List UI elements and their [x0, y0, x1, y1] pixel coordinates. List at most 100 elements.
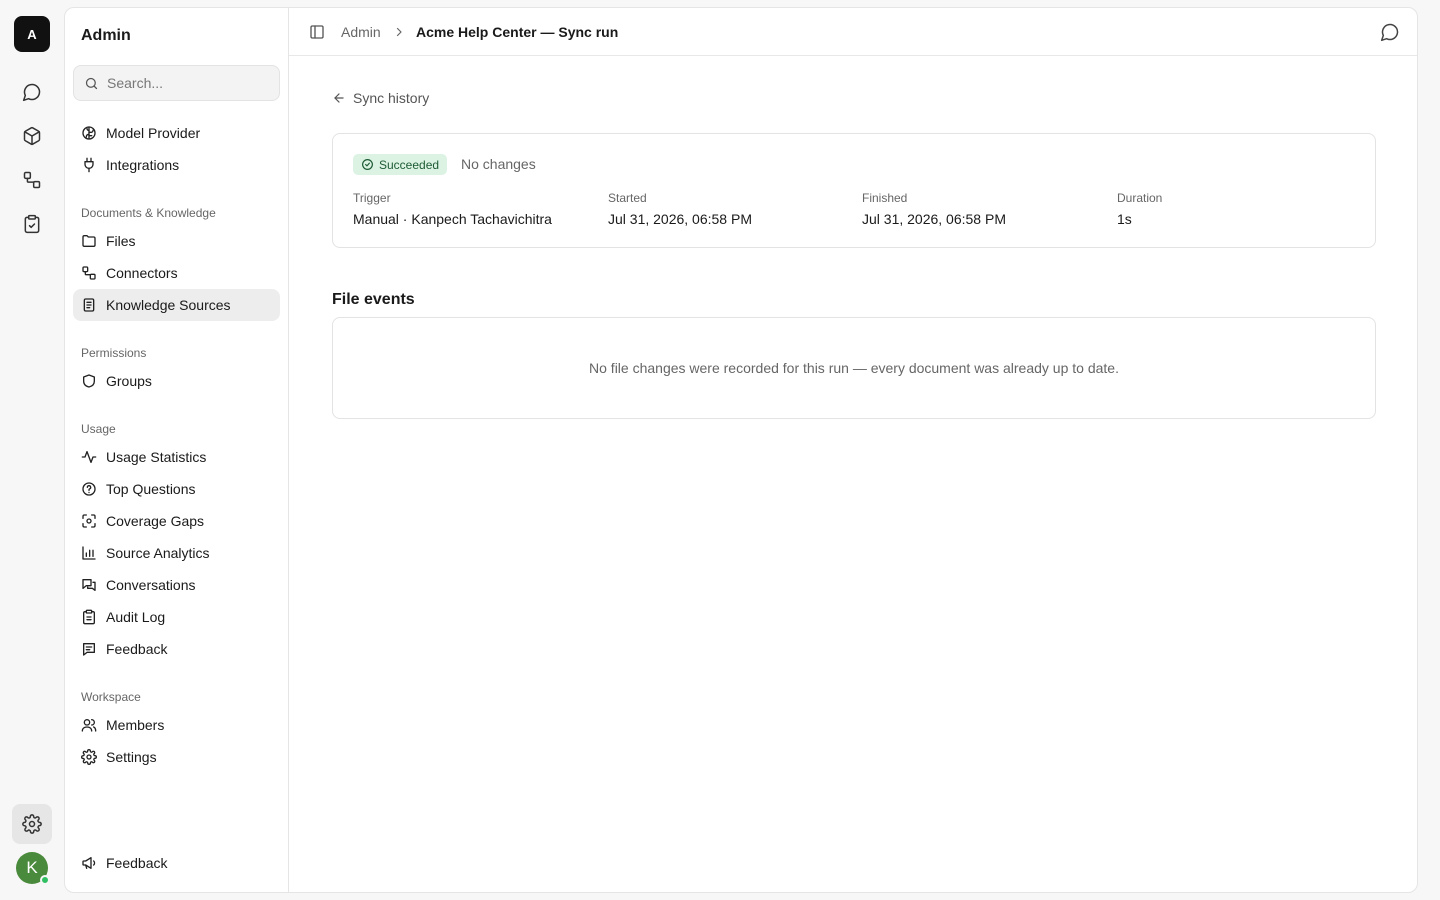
sidebar-item-files[interactable]: Files	[73, 225, 280, 257]
sidebar-item-label: Source Analytics	[106, 545, 210, 561]
sidebar-item-conversations[interactable]: Conversations	[73, 569, 280, 601]
search-input[interactable]	[107, 75, 267, 91]
chevron-right-icon	[396, 27, 402, 37]
meta-value: Manual · Kanpech Tachavichitra	[353, 211, 552, 227]
meta-label: Finished	[862, 191, 908, 205]
sidebar-item-source-analytics[interactable]: Source Analytics	[73, 537, 280, 569]
sidebar-item-label: Conversations	[106, 577, 196, 593]
rail-tasks-button[interactable]	[12, 204, 52, 244]
status-badge-label: Succeeded	[379, 157, 440, 172]
sidebar-item-audit-log[interactable]: Audit Log	[73, 601, 280, 633]
meta-started: Started Jul 31, 2026, 06:58 PM	[608, 191, 752, 227]
sidebar-item-label: Coverage Gaps	[106, 513, 205, 529]
rail-cube-button[interactable]	[12, 116, 52, 156]
question-circle-icon	[82, 482, 96, 496]
scan-icon	[82, 514, 96, 528]
sidebar-item-integrations[interactable]: Integrations	[73, 149, 280, 181]
sidebar-toggle-button[interactable]	[309, 24, 325, 40]
sidebar-item-feedback[interactable]: Feedback	[73, 633, 280, 665]
section-label-usage: Usage	[81, 422, 116, 436]
chat-icon	[22, 83, 41, 102]
file-events-empty-message: No file changes were recorded for this r…	[589, 360, 1119, 376]
sidebar-item-knowledge-sources[interactable]: Knowledge Sources	[73, 289, 280, 321]
shield-icon	[83, 374, 95, 388]
meta-finished: Finished Jul 31, 2026, 06:58 PM	[862, 191, 1006, 227]
file-events-title: File events	[332, 291, 415, 308]
meta-value: Jul 31, 2026, 06:58 PM	[608, 211, 752, 227]
sidebar-item-coverage-gaps[interactable]: Coverage Gaps	[73, 505, 280, 537]
sidebar-item-top-questions[interactable]: Top Questions	[73, 473, 280, 505]
megaphone-icon	[82, 857, 96, 869]
cube-icon	[23, 126, 41, 146]
sidebar-item-connectors[interactable]: Connectors	[73, 257, 280, 289]
connectors-icon	[23, 171, 41, 189]
sidebar-item-label: Members	[106, 717, 165, 733]
meta-label: Duration	[1117, 191, 1163, 205]
sidebar-item-label: Connectors	[106, 265, 178, 281]
user-avatar[interactable]: K	[16, 852, 50, 885]
activity-icon	[81, 451, 97, 463]
users-icon	[81, 719, 97, 732]
sidebar-search[interactable]	[73, 65, 280, 101]
search-icon	[85, 77, 98, 89]
workspace-logo[interactable]: A	[14, 16, 50, 52]
breadcrumb-separator	[393, 26, 405, 38]
sidebar-item-label: Integrations	[106, 157, 180, 173]
file-events-card: No file changes were recorded for this r…	[332, 317, 1376, 419]
chat-icon	[1380, 23, 1399, 42]
plug-icon	[84, 157, 94, 173]
connectors-icon	[82, 266, 96, 280]
message-square-text-icon	[83, 643, 95, 656]
breadcrumb-current: Acme Help Center — Sync run	[416, 24, 619, 40]
sidebar-item-groups[interactable]: Groups	[73, 365, 280, 397]
gear-icon	[22, 814, 42, 834]
sidebar-footer-feedback[interactable]: Feedback	[73, 847, 280, 879]
back-to-sync-history-link[interactable]: Sync history	[332, 90, 429, 106]
folder-icon	[82, 235, 96, 247]
admin-frame: Admin Model Provider Integrations Docume…	[64, 7, 1418, 893]
meta-value: Jul 31, 2026, 06:58 PM	[862, 211, 1006, 227]
avatar-initial: K	[26, 858, 38, 877]
sidebar-item-label: Top Questions	[106, 481, 196, 497]
meta-label: Started	[608, 191, 647, 205]
sidebar-item-model-provider[interactable]: Model Provider	[73, 117, 280, 149]
gear-icon	[81, 749, 97, 765]
sync-run-summary-card: Succeeded No changes Trigger Manual · Ka…	[332, 133, 1376, 248]
online-status-dot	[40, 875, 50, 885]
status-badge: Succeeded	[353, 154, 448, 175]
sidebar-item-label: Groups	[106, 373, 152, 389]
clipboard-check-icon	[24, 214, 40, 234]
admin-sidebar: Admin Model Provider Integrations Docume…	[65, 8, 289, 892]
sidebar-item-settings[interactable]: Settings	[73, 741, 280, 773]
arrow-left-icon	[334, 93, 344, 103]
main-content: Sync history Succeeded No changes Trigge…	[289, 56, 1417, 892]
section-label-workspace: Workspace	[81, 690, 141, 704]
sidebar-item-label: Settings	[106, 749, 157, 765]
sidebar-item-label: Files	[106, 233, 136, 249]
back-link-label: Sync history	[353, 90, 430, 106]
messages-icon	[82, 579, 96, 591]
sidebar-item-label: Audit Log	[106, 609, 166, 625]
sidebar-toggle-icon	[310, 25, 324, 39]
sidebar-item-label: Knowledge Sources	[106, 297, 231, 313]
top-bar: Admin Acme Help Center — Sync run	[289, 8, 1417, 56]
sidebar-item-usage-statistics[interactable]: Usage Statistics	[73, 441, 280, 473]
meta-duration: Duration 1s	[1117, 191, 1162, 227]
bar-chart-icon	[82, 546, 96, 560]
sidebar-item-label: Feedback	[106, 855, 168, 871]
rail-chat-button[interactable]	[12, 72, 52, 112]
sidebar-item-members[interactable]: Members	[73, 709, 280, 741]
check-circle-icon	[362, 159, 373, 170]
section-label-permissions: Permissions	[81, 346, 147, 360]
sidebar-title: Admin	[81, 27, 131, 44]
meta-value: 1s	[1117, 211, 1132, 227]
brain-icon	[82, 126, 96, 140]
assistant-chat-button[interactable]	[1380, 22, 1400, 42]
section-label-documents: Documents & Knowledge	[81, 206, 216, 220]
sidebar-item-label: Usage Statistics	[106, 449, 207, 465]
sidebar-item-label: Model Provider	[106, 125, 201, 141]
breadcrumb-root[interactable]: Admin	[341, 24, 381, 40]
rail-connectors-button[interactable]	[12, 160, 52, 200]
rail-settings-button[interactable]	[12, 804, 52, 844]
book-icon	[83, 298, 95, 312]
